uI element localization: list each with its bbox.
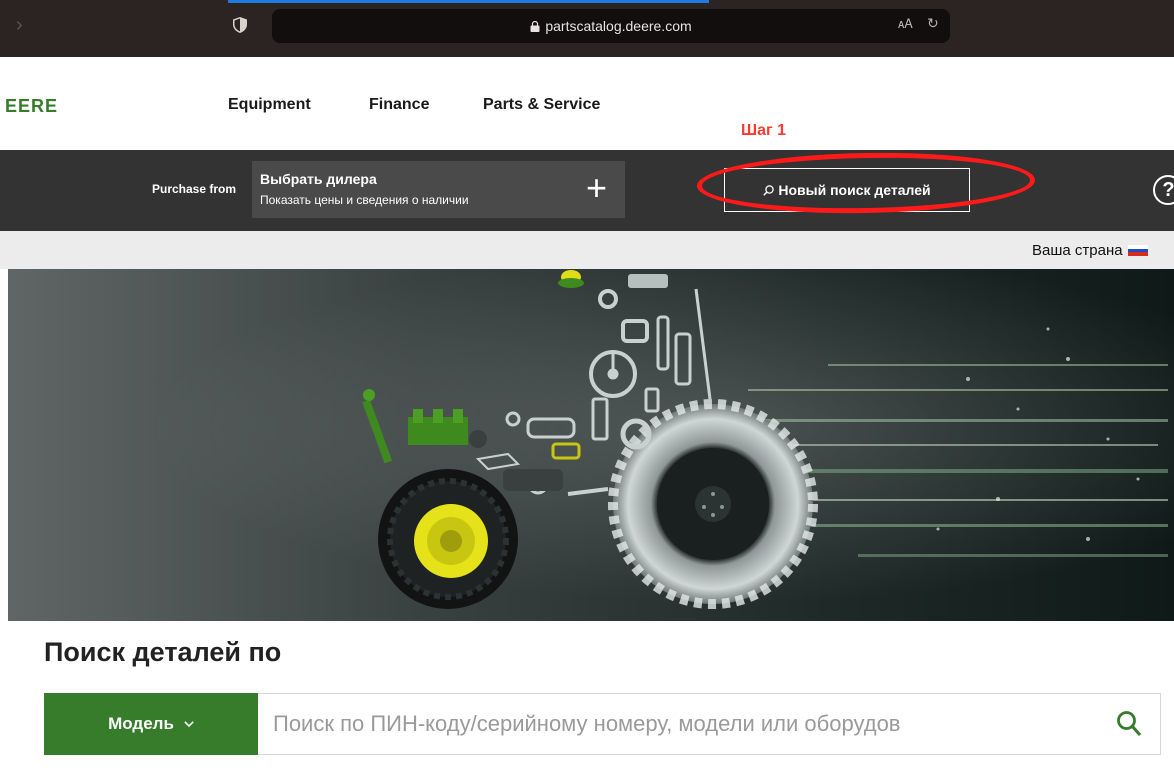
parts-search-bar: Модель xyxy=(44,693,1161,755)
dealer-subtitle: Показать цены и сведения о наличии xyxy=(260,193,469,207)
dealer-title: Выбрать дилера xyxy=(260,171,377,187)
search-heading: Поиск деталей по xyxy=(44,637,282,667)
nav-parts-service[interactable]: Parts & Service xyxy=(483,96,600,114)
front-tire xyxy=(378,469,518,609)
tab-highlight xyxy=(228,0,709,3)
search-icon xyxy=(763,185,775,196)
search-mode-dropdown[interactable]: Модель xyxy=(44,693,258,755)
reload-icon[interactable]: ↻ xyxy=(927,15,939,31)
step-annotation: Шаг 1 xyxy=(741,122,786,139)
browser-toolbar: › partscatalog.deere.com 🗚 ↻ xyxy=(0,0,1174,57)
purchase-from-label: Purchase from xyxy=(152,182,237,196)
country-strip: Ваша страна xyxy=(0,231,1174,269)
country-label: Ваша страна xyxy=(1032,242,1123,259)
rear-tire xyxy=(608,399,818,609)
purchase-toolbar: Purchase from Выбрать дилера Показать це… xyxy=(0,150,1174,231)
chevron-down-icon xyxy=(184,721,194,727)
hero-banner xyxy=(8,269,1174,621)
tractor-parts-illustration xyxy=(8,269,1174,621)
url-text: partscatalog.deere.com xyxy=(545,18,692,34)
search-mode-label: Модель xyxy=(108,714,174,733)
nav-finance[interactable]: Finance xyxy=(369,96,429,114)
new-search-label: Новый поиск деталей xyxy=(778,182,931,198)
country-selector[interactable]: Ваша страна xyxy=(1032,242,1148,259)
plus-icon: + xyxy=(585,167,607,208)
search-input[interactable] xyxy=(273,702,1093,746)
shield-icon[interactable] xyxy=(233,17,247,33)
lock-icon xyxy=(530,21,540,32)
address-bar[interactable]: partscatalog.deere.com xyxy=(272,9,950,43)
search-icon[interactable] xyxy=(1116,710,1142,738)
help-icon[interactable]: ? xyxy=(1153,175,1174,205)
translate-icon[interactable]: 🗚 xyxy=(898,17,913,31)
select-dealer-button[interactable]: Выбрать дилера Показать цены и сведения … xyxy=(252,161,625,218)
russia-flag-icon xyxy=(1127,245,1148,256)
brand-logo[interactable]: EERE xyxy=(5,96,58,117)
nav-equipment[interactable]: Equipment xyxy=(228,96,311,114)
back-icon[interactable]: › xyxy=(16,13,23,37)
new-part-search-button[interactable]: Новый поиск деталей xyxy=(724,168,970,212)
